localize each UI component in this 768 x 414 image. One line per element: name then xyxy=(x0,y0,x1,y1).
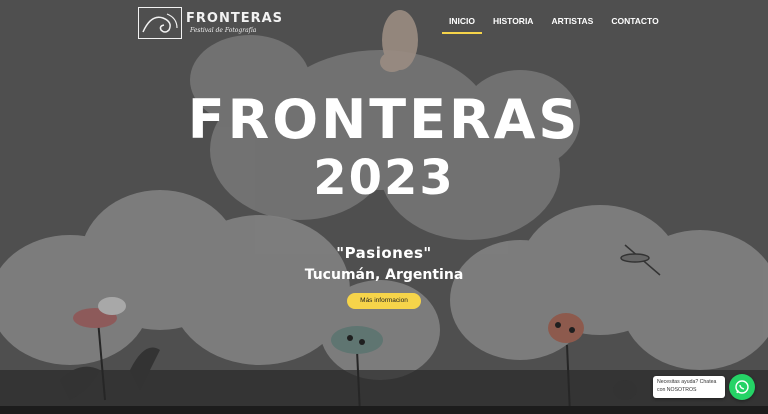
logo-subtitle: Festival de Fotografía xyxy=(190,27,257,34)
main-nav: INICIO HISTORIA ARTISTAS CONTACTO xyxy=(440,16,668,34)
bottom-bar xyxy=(0,406,768,414)
hero-year: 2023 xyxy=(313,150,455,206)
chat-bubble-line1: Necesitas ayuda? Chatea xyxy=(657,379,717,385)
site-logo[interactable]: FRONTERAS Festival de Fotografía xyxy=(138,6,282,40)
logo-wave-icon xyxy=(138,7,182,39)
chat-bubble[interactable]: Necesitas ayuda? Chatea con NOSOTROS xyxy=(653,376,725,398)
chat-bubble-line2: con NOSOTROS xyxy=(657,386,697,393)
whatsapp-icon xyxy=(735,380,749,394)
whatsapp-button[interactable] xyxy=(729,374,755,400)
hero-dim-overlay xyxy=(0,0,768,414)
nav-item-contacto[interactable]: CONTACTO xyxy=(602,16,667,32)
nav-item-artistas[interactable]: ARTISTAS xyxy=(542,16,602,32)
hero-location: Tucumán, Argentina xyxy=(304,267,464,283)
more-info-button[interactable]: Más informacion xyxy=(347,293,421,309)
nav-item-inicio[interactable]: INICIO xyxy=(440,16,484,34)
nav-item-historia[interactable]: HISTORIA xyxy=(484,16,542,32)
logo-title: FRONTERAS xyxy=(186,11,284,26)
hero-background xyxy=(0,0,768,414)
hero-title: FRONTERAS xyxy=(187,88,581,151)
hero-tagline: "Pasiones" xyxy=(336,244,432,262)
